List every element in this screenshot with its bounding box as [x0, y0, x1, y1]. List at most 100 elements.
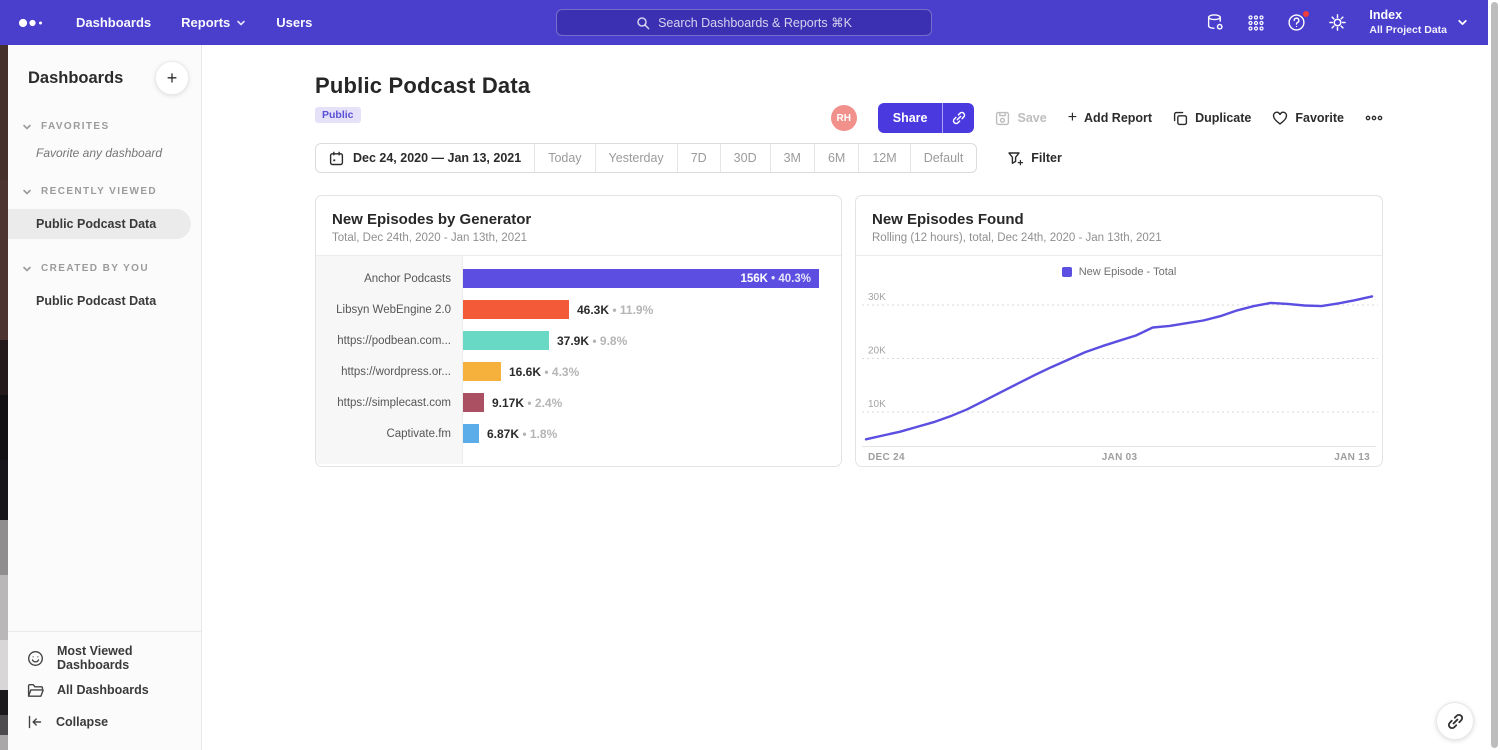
chevron-down-icon	[1457, 17, 1468, 28]
collapse-icon	[27, 715, 43, 729]
nav-right: Index All Project Data	[1206, 8, 1468, 37]
mixpanel-logo-icon[interactable]	[18, 17, 48, 29]
report-cards: New Episodes by Generator Total, Dec 24t…	[315, 195, 1500, 467]
chevron-down-icon	[236, 18, 246, 28]
preset-12m[interactable]: 12M	[858, 144, 909, 172]
settings-gear-icon[interactable]	[1328, 13, 1347, 32]
all-dashboards-button[interactable]: All Dashboards	[8, 674, 201, 706]
duplicate-icon	[1173, 111, 1188, 126]
section-header-favorites[interactable]: FAVORITES	[8, 121, 201, 142]
bar-chart-card: New Episodes by Generator Total, Dec 24t…	[315, 195, 842, 467]
line-chart-card: New Episodes Found Rolling (12 hours), t…	[855, 195, 1383, 467]
line-series[interactable]: 30K 20K 10K	[862, 284, 1378, 446]
sidebar-title: Dashboards	[28, 69, 123, 88]
bar-category-label: https://podbean.com...	[316, 335, 463, 347]
section-header-created-by-you[interactable]: CREATED BY YOU	[8, 263, 201, 284]
add-dashboard-button[interactable]: +	[155, 61, 189, 95]
avatar[interactable]: RH	[831, 105, 857, 131]
nav-link-dashboards[interactable]: Dashboards	[76, 15, 151, 30]
bar-row-captivate-fm[interactable]: Captivate.fm6.87K • 1.8%	[316, 418, 841, 449]
project-subtitle: All Project Data	[1369, 24, 1447, 37]
page-header: Public Podcast Data Public RH Share	[315, 73, 1383, 123]
favorite-button[interactable]: Favorite	[1272, 111, 1344, 126]
duplicate-button[interactable]: Duplicate	[1173, 111, 1251, 126]
date-range-label: Dec 24, 2020 — Jan 13, 2021	[353, 151, 521, 165]
bar-row-anchor-podcasts[interactable]: Anchor Podcasts156K • 40.3%	[316, 263, 841, 294]
nav-link-users[interactable]: Users	[276, 15, 312, 30]
bar-row-https-wordpress-or[interactable]: https://wordpress.or...16.6K • 4.3%	[316, 356, 841, 387]
scrollbar-thumb[interactable]	[1491, 2, 1498, 748]
legend-swatch	[1062, 267, 1072, 277]
help-icon[interactable]	[1287, 13, 1306, 32]
bar-category-label: https://simplecast.com	[316, 397, 463, 409]
page-title: Public Podcast Data	[315, 73, 1383, 99]
nav-link-reports[interactable]: Reports	[181, 15, 246, 30]
legend[interactable]: New Episode - Total	[856, 262, 1382, 282]
filter-label: Filter	[1031, 151, 1062, 165]
bar-chart-title[interactable]: New Episodes by Generator	[332, 211, 825, 228]
smiley-icon	[27, 650, 44, 667]
copy-link-fab[interactable]	[1436, 702, 1474, 740]
preset-yesterday[interactable]: Yesterday	[595, 144, 677, 172]
bar-category-label: https://wordpress.or...	[316, 366, 463, 378]
main-content: Public Podcast Data Public RH Share	[202, 45, 1500, 750]
y-tick-label: 30K	[868, 292, 886, 303]
data-management-icon[interactable]	[1206, 13, 1225, 32]
page-scrollbar	[1488, 0, 1500, 750]
y-tick-label: 20K	[868, 346, 886, 357]
sidebar: Dashboards + FAVORITESFavorite any dashb…	[8, 45, 202, 750]
apps-grid-icon[interactable]	[1247, 14, 1265, 32]
folder-icon	[27, 683, 44, 698]
share-button[interactable]: Share	[878, 103, 975, 133]
section-empty-hint: Favorite any dashboard	[8, 142, 201, 162]
save-button[interactable]: Save	[995, 111, 1046, 126]
preset-7d[interactable]: 7D	[677, 144, 720, 172]
bar-category-label: Anchor Podcasts	[316, 273, 463, 285]
sidebar-section-created-by-you: CREATED BY YOUPublic Podcast Data	[8, 263, 201, 316]
notification-badge	[1302, 10, 1310, 18]
project-selector[interactable]: Index All Project Data	[1369, 8, 1468, 37]
filter-button[interactable]: Filter	[1007, 151, 1062, 166]
series-line[interactable]	[866, 296, 1372, 439]
bar[interactable]	[463, 424, 479, 443]
project-name: Index	[1369, 8, 1447, 24]
duplicate-label: Duplicate	[1195, 111, 1251, 125]
chevron-down-icon	[22, 122, 32, 132]
preset-6m[interactable]: 6M	[814, 144, 858, 172]
heart-icon	[1272, 111, 1288, 126]
sidebar-item-public-podcast-data[interactable]: Public Podcast Data	[8, 209, 191, 239]
x-tick-label: JAN 13	[1334, 452, 1370, 463]
line-chart-subtitle: Rolling (12 hours), total, Dec 24th, 202…	[872, 232, 1366, 244]
x-tick-label: DEC 24	[868, 452, 905, 463]
bar-row-libsyn-webengine-2-0[interactable]: Libsyn WebEngine 2.046.3K • 11.9%	[316, 294, 841, 325]
most-viewed-dashboards-button[interactable]: Most Viewed Dashboards	[8, 642, 201, 674]
favorite-label: Favorite	[1295, 111, 1344, 125]
section-header-recently-viewed[interactable]: RECENTLY VIEWED	[8, 186, 201, 207]
bar[interactable]: 156K • 40.3%	[463, 269, 819, 288]
bar-row-https-podbean-com[interactable]: https://podbean.com...37.9K • 9.8%	[316, 325, 841, 356]
preset-3m[interactable]: 3M	[770, 144, 814, 172]
bar[interactable]	[463, 393, 484, 412]
bar[interactable]	[463, 300, 569, 319]
search-input[interactable]: Search Dashboards & Reports ⌘K	[556, 9, 932, 36]
y-tick-label: 10K	[868, 399, 886, 410]
bar[interactable]	[463, 331, 549, 350]
share-link-icon[interactable]	[942, 103, 974, 133]
more-options-button[interactable]	[1365, 115, 1383, 121]
bar-row-https-simplecast-com[interactable]: https://simplecast.com9.17K • 2.4%	[316, 387, 841, 418]
line-chart-title[interactable]: New Episodes Found	[872, 211, 1366, 228]
bar-chart-plot: Anchor Podcasts156K • 40.3%Libsyn WebEng…	[316, 256, 841, 464]
preset-30d[interactable]: 30D	[720, 144, 770, 172]
search-placeholder: Search Dashboards & Reports ⌘K	[658, 15, 852, 30]
collapse-button[interactable]: Collapse	[8, 706, 201, 738]
legend-label: New Episode - Total	[1079, 266, 1177, 278]
bar-chart-subtitle: Total, Dec 24th, 2020 - Jan 13th, 2021	[332, 232, 825, 244]
share-button-label[interactable]: Share	[878, 103, 943, 133]
bar[interactable]	[463, 362, 501, 381]
date-range-group: Dec 24, 2020 — Jan 13, 2021 TodayYesterd…	[315, 143, 977, 173]
preset-today[interactable]: Today	[534, 144, 594, 172]
sidebar-item-public-podcast-data[interactable]: Public Podcast Data	[8, 286, 191, 316]
add-report-button[interactable]: + Add Report	[1068, 110, 1152, 126]
date-range-picker[interactable]: Dec 24, 2020 — Jan 13, 2021	[316, 144, 534, 172]
preset-default[interactable]: Default	[910, 144, 977, 172]
